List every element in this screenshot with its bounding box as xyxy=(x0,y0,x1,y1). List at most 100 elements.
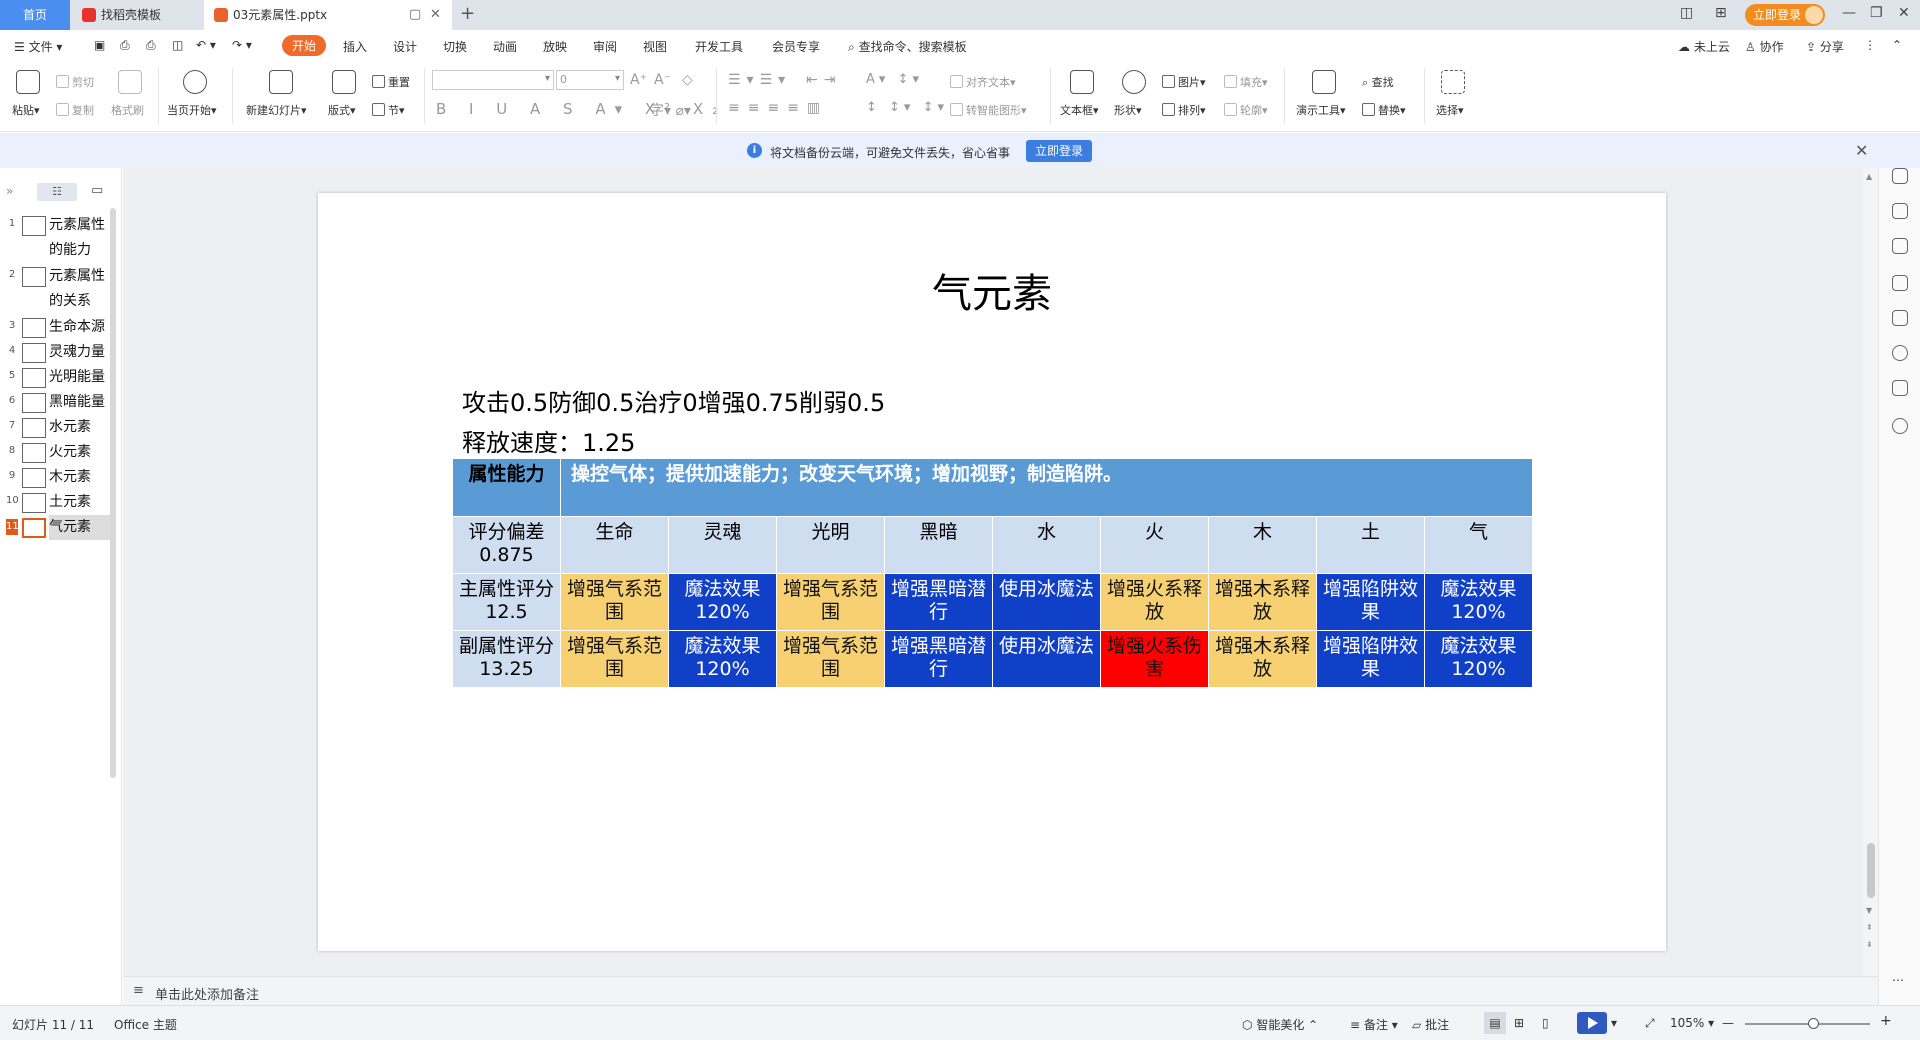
table-cell[interactable]: 生命 xyxy=(560,516,669,574)
slide-thumb-2[interactable]: 2 元素属性的关系 xyxy=(0,264,110,314)
table-cell[interactable]: 火 xyxy=(1100,516,1209,574)
format-painter-button[interactable]: 格式刷 xyxy=(111,102,144,118)
presenter-tools-icon[interactable] xyxy=(1312,70,1336,94)
beautify-button[interactable]: ⬡ 智能美化 ⌃ xyxy=(1242,1016,1318,1033)
tab-document[interactable]: 03元素属性.pptx ▢ ✕ xyxy=(204,0,452,30)
menu-member[interactable]: 会员专享 xyxy=(772,38,820,55)
notes-bar[interactable]: ≡ 单击此处添加备注 xyxy=(123,976,1878,1006)
more-tools-icon[interactable]: ⋯ xyxy=(1892,973,1908,989)
scroll-down-icon[interactable]: ▼ xyxy=(1866,906,1872,915)
table-cell[interactable]: 增强气系范围 xyxy=(560,630,669,688)
layout-button[interactable]: 版式▾ xyxy=(328,102,356,118)
menu-transition[interactable]: 切换 xyxy=(443,38,467,55)
layers-icon[interactable] xyxy=(1892,275,1908,291)
table-cell[interactable]: 木 xyxy=(1208,516,1317,574)
pin-icon[interactable]: ▢ xyxy=(409,0,421,30)
table-cell[interactable]: 增强木系释放 xyxy=(1208,573,1317,631)
zoom-in-icon[interactable]: + xyxy=(1880,1013,1892,1029)
replace-button[interactable]: 替换▾ xyxy=(1362,102,1406,118)
font-size-select[interactable]: 0 ▾ xyxy=(556,70,624,90)
close-tab-icon[interactable]: ✕ xyxy=(430,0,441,30)
tab-template[interactable]: 找稻壳模板 xyxy=(72,0,202,30)
text-direction-icons[interactable]: A▾ ↕▾ xyxy=(866,72,923,87)
properties-icon[interactable] xyxy=(1892,203,1908,219)
slide-stats-line[interactable]: 攻击0.5防御0.5治疗0增强0.75削弱0.5 xyxy=(462,383,885,418)
command-search[interactable]: ⌕ 查找命令、搜索模板 xyxy=(848,38,967,55)
align-icons[interactable]: ≡≡≡≡▥ xyxy=(728,100,828,116)
presenter-tools-button[interactable]: 演示工具▾ xyxy=(1296,102,1346,118)
table-header-text[interactable]: 操控气体；提供加速能力；改变天气环境；增加视野；制造陷阱。 xyxy=(560,458,1533,517)
notes-placeholder[interactable]: 单击此处添加备注 xyxy=(155,984,259,1003)
outline-view-icon[interactable]: ☷ xyxy=(37,183,77,201)
prev-slide-icon[interactable]: ⇞ xyxy=(1866,923,1873,932)
undo-icon[interactable]: ↶ ▾ xyxy=(196,38,216,52)
align-text-button[interactable]: 对齐文本▾ xyxy=(950,74,1016,90)
outline-button[interactable]: 轮廓▾ xyxy=(1224,102,1268,118)
animation-icon[interactable] xyxy=(1892,168,1908,184)
export-icon[interactable]: ⎙ xyxy=(120,38,130,53)
theme-name[interactable]: Office 主题 xyxy=(114,1016,177,1033)
menu-review[interactable]: 审阅 xyxy=(593,38,617,55)
table-cell[interactable]: 魔法效果120% xyxy=(668,573,777,631)
table-cell[interactable]: 魔法效果120% xyxy=(1424,573,1533,631)
char-spacing-icon[interactable]: 字▾ ⌀▾ xyxy=(650,100,691,120)
table-cell[interactable]: 增强陷阱效果 xyxy=(1316,573,1425,631)
window-layout-icon[interactable]: ◫ xyxy=(1680,5,1693,21)
cloud-status[interactable]: ☁ 未上云 xyxy=(1678,38,1730,55)
select-button[interactable]: 选择▾ xyxy=(1436,102,1464,118)
line-spacing-icons[interactable]: ↕ ↕▾ ↕▾ xyxy=(866,100,948,115)
row-label-sub[interactable]: 副属性评分13.25 xyxy=(452,630,561,688)
slide-thumb-9[interactable]: 9 木元素 xyxy=(0,465,110,490)
shape-icon[interactable] xyxy=(1122,70,1146,94)
slide-thumb-4[interactable]: 4 灵魂力量 xyxy=(0,340,110,365)
menu-animation[interactable]: 动画 xyxy=(493,38,517,55)
menu-design[interactable]: 设计 xyxy=(393,38,417,55)
fill-button[interactable]: 填充▾ xyxy=(1224,74,1268,90)
redo-icon[interactable]: ↷ ▾ xyxy=(232,38,252,52)
notice-login-button[interactable]: 立即登录 xyxy=(1026,140,1092,162)
reset-button[interactable]: 重置 xyxy=(372,74,410,90)
table-cell[interactable]: 黑暗 xyxy=(884,516,993,574)
menu-view[interactable]: 视图 xyxy=(643,38,667,55)
canvas-scrollbar[interactable]: ▲ ▼ ⇞ ⇟ xyxy=(1863,168,1878,976)
cut-button[interactable]: 剪切 xyxy=(56,74,94,90)
help-icon[interactable] xyxy=(1892,418,1908,434)
play-slideshow-button[interactable] xyxy=(1577,1012,1607,1034)
login-button[interactable]: 立即登录 xyxy=(1745,4,1825,26)
copy-button[interactable]: 复制 xyxy=(56,102,94,118)
share-button[interactable]: ⇪ 分享 xyxy=(1806,38,1844,55)
zoom-slider-handle[interactable] xyxy=(1808,1018,1819,1029)
list-icons[interactable]: ☰▾☰▾ xyxy=(728,72,791,88)
table-cell[interactable]: 增强木系释放 xyxy=(1208,630,1317,688)
decrease-font-icon[interactable]: A⁻ xyxy=(654,72,671,88)
menu-start[interactable]: 开始 xyxy=(282,35,327,56)
textbox-button[interactable]: 文本框▾ xyxy=(1060,102,1099,118)
table-cell[interactable]: 气 xyxy=(1424,516,1533,574)
print-icon[interactable]: ⎙ xyxy=(146,38,156,53)
slide-sorter-icon[interactable]: ⊞ xyxy=(1514,1016,1524,1030)
collab-button[interactable]: ♙ 协作 xyxy=(1745,38,1784,55)
slide-speed-line[interactable]: 释放速度：1.25 xyxy=(462,423,635,458)
restore-icon[interactable]: ❐ xyxy=(1870,5,1883,21)
row-label-main[interactable]: 主属性评分12.5 xyxy=(452,573,561,631)
indent-icons[interactable]: ⇤⇥ xyxy=(806,72,841,88)
expand-panel-icon[interactable]: » xyxy=(6,184,13,198)
shape-button[interactable]: 形状▾ xyxy=(1114,102,1142,118)
find-button[interactable]: ⌕ 查找 xyxy=(1362,74,1394,90)
slide-thumb-6[interactable]: 6 黑暗能量 xyxy=(0,390,110,415)
table-cell[interactable]: 水 xyxy=(992,516,1101,574)
thumbnail-view-icon[interactable]: ▭ xyxy=(91,183,103,198)
slide-thumb-7[interactable]: 7 水元素 xyxy=(0,415,110,440)
play-options-icon[interactable]: ▾ xyxy=(1611,1016,1617,1030)
table-cell[interactable]: 增强火系伤害 xyxy=(1100,630,1209,688)
zoom-level[interactable]: 105% ▾ xyxy=(1670,1016,1714,1030)
paste-icon[interactable] xyxy=(16,70,40,94)
layout-icon[interactable] xyxy=(332,70,356,94)
arrange-button[interactable]: 排列▾ xyxy=(1162,102,1206,118)
zoom-out-icon[interactable]: — xyxy=(1722,1016,1734,1030)
play-circle-icon[interactable] xyxy=(183,70,207,94)
next-slide-icon[interactable]: ⇟ xyxy=(1866,940,1873,949)
apps-grid-icon[interactable]: ⊞ xyxy=(1715,5,1727,21)
design-icon[interactable] xyxy=(1892,310,1908,326)
format-painter-icon[interactable] xyxy=(118,70,142,94)
